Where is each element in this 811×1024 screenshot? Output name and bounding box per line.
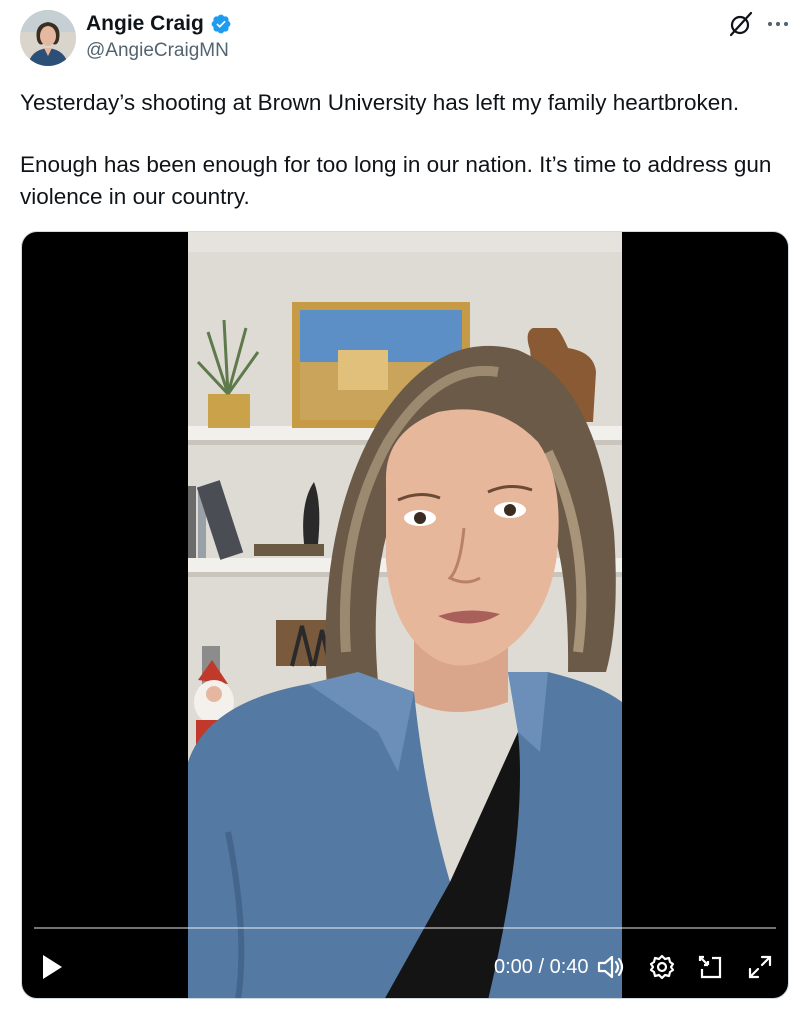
volume-icon[interactable] [596, 953, 626, 981]
author-handle[interactable]: @AngieCraigMN [86, 40, 229, 62]
settings-icon[interactable] [648, 953, 676, 981]
play-icon[interactable] [40, 953, 64, 981]
author-name-row[interactable]: Angie Craig [86, 12, 232, 36]
tweet-paragraph: Yesterday’s shooting at Brown University… [20, 90, 740, 115]
tweet-card: Angie Craig @AngieCraigMN Yesterday’s sh… [0, 0, 811, 1024]
avatar[interactable] [20, 10, 76, 66]
video-controls: 0:00 / 0:40 [22, 947, 788, 987]
more-options-icon[interactable] [765, 11, 791, 37]
video-time-readout: 0:00 / 0:40 [494, 956, 589, 978]
tweet-paragraph: Enough has been enough for too long in o… [20, 152, 772, 209]
picture-in-picture-icon[interactable] [696, 953, 724, 981]
video-progress-track[interactable] [34, 927, 776, 929]
fullscreen-icon[interactable] [746, 953, 774, 981]
video-player[interactable]: 0:00 / 0:40 [21, 231, 789, 999]
verified-badge-icon [211, 14, 231, 34]
video-frame[interactable] [188, 232, 622, 998]
tweet-text: Yesterday’s shooting at Brown University… [20, 87, 790, 213]
grok-icon[interactable] [728, 11, 754, 37]
author-display-name[interactable]: Angie Craig [86, 12, 204, 36]
